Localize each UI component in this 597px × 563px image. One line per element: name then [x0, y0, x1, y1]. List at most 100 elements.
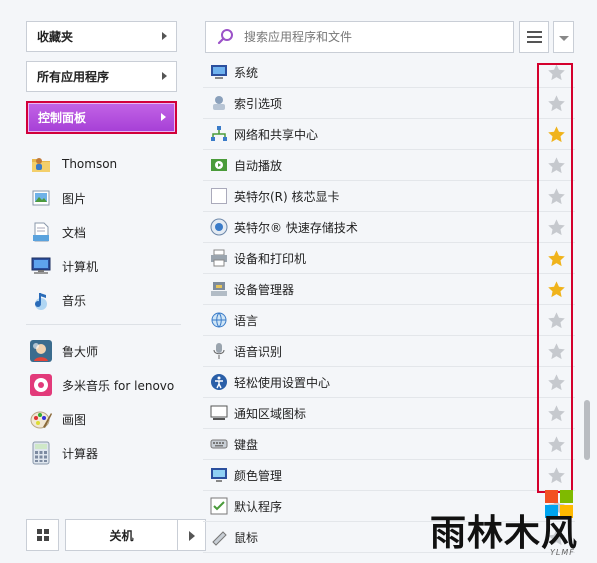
- favorites-button[interactable]: 收藏夹: [26, 21, 177, 52]
- shutdown-label: 关机: [109, 528, 134, 543]
- place-label: 音乐: [62, 293, 87, 308]
- device-manager-icon: [209, 279, 229, 299]
- user-folder-icon: [29, 152, 53, 176]
- control-panel-item[interactable]: 系统: [203, 57, 575, 88]
- place-documents[interactable]: 文档: [29, 217, 184, 247]
- control-panel-button[interactable]: 控制面板: [26, 101, 177, 134]
- app-calculator[interactable]: 计算器: [29, 438, 184, 468]
- app-label: 多米音乐 for lenovo: [62, 378, 175, 393]
- app-paint[interactable]: 画图: [29, 404, 184, 434]
- control-panel-item-label: 索引选项: [234, 96, 283, 111]
- favorites-label: 收藏夹: [37, 30, 74, 44]
- control-panel-item-label: 英特尔® 快速存储技术: [234, 220, 358, 235]
- network-sharing-icon: [209, 124, 229, 144]
- app-ludashi[interactable]: 鲁大师: [29, 336, 184, 366]
- control-panel-item[interactable]: 语言: [203, 305, 575, 336]
- intel-rapid-storage-icon: [209, 217, 229, 237]
- notification-area-icon: [209, 403, 229, 423]
- control-panel-item[interactable]: 语音识别: [203, 336, 575, 367]
- left-pane: 收藏夹 所有应用程序 控制面板 Thomson 图片 文档 计算机 音乐 鲁大师…: [0, 0, 206, 563]
- search-box[interactable]: [205, 21, 514, 53]
- place-label: 图片: [62, 191, 87, 206]
- watermark-subtext: YLMF: [550, 548, 575, 557]
- place-pictures[interactable]: 图片: [29, 183, 184, 213]
- place-music[interactable]: 音乐: [29, 285, 184, 315]
- list-view-button[interactable]: [519, 21, 549, 53]
- watermark: 雨林木风 YLMF: [430, 490, 597, 563]
- control-panel-item-label: 自动播放: [234, 158, 283, 173]
- control-panel-item-label: 英特尔(R) 核芯显卡: [234, 189, 340, 204]
- indexing-options-icon: [209, 93, 229, 113]
- app-label: 鲁大师: [62, 344, 99, 359]
- control-panel-item[interactable]: 网络和共享中心: [203, 119, 575, 150]
- computer-icon: [29, 254, 53, 278]
- paint-icon: [29, 407, 53, 431]
- music-icon: [29, 288, 53, 312]
- view-options-dropdown[interactable]: [553, 21, 574, 53]
- control-panel-item-label: 语音识别: [234, 344, 283, 359]
- place-label: 计算机: [62, 259, 99, 274]
- control-panel-item[interactable]: 颜色管理: [203, 460, 575, 491]
- control-panel-item-label: 鼠标: [234, 530, 259, 545]
- calculator-icon: [29, 441, 53, 465]
- duomi-music-icon: [29, 373, 53, 397]
- start-menu: 收藏夹 所有应用程序 控制面板 Thomson 图片 文档 计算机 音乐 鲁大师…: [0, 0, 597, 563]
- app-label: 画图: [62, 412, 87, 427]
- ludashi-icon: [29, 339, 53, 363]
- control-panel-item-label: 通知区域图标: [234, 406, 307, 421]
- control-panel-list: 系统索引选项网络和共享中心 自动播放英特尔(R) 核芯显卡英特尔® 快速存储技术设…: [203, 57, 583, 557]
- control-panel-item[interactable]: 设备和打印机: [203, 243, 575, 274]
- divider: [26, 324, 181, 325]
- autoplay-icon: [209, 155, 229, 175]
- grid-icon: [36, 529, 49, 541]
- app-label: 计算器: [62, 446, 99, 461]
- apps-grid-button[interactable]: [26, 519, 59, 551]
- control-panel-item-label: 颜色管理: [234, 468, 283, 483]
- ease-of-access-icon: [209, 372, 229, 392]
- control-panel-label: 控制面板: [38, 111, 87, 125]
- favorites-highlight-box: [537, 63, 573, 493]
- place-user-folder[interactable]: Thomson: [29, 149, 184, 179]
- control-panel-item[interactable]: 英特尔® 快速存储技术: [203, 212, 575, 243]
- scrollbar[interactable]: [582, 57, 592, 537]
- place-computer[interactable]: 计算机: [29, 251, 184, 281]
- place-label: Thomson: [62, 157, 118, 171]
- control-panel-item-label: 设备管理器: [234, 282, 295, 297]
- list-view-icon: [526, 31, 542, 43]
- documents-icon: [29, 220, 53, 244]
- control-panel-item[interactable]: 轻松使用设置中心: [203, 367, 575, 398]
- scrollbar-thumb[interactable]: [584, 400, 590, 460]
- power-bar: 关机: [26, 519, 206, 551]
- chevron-right-icon: [161, 113, 166, 121]
- control-panel-item[interactable]: 设备管理器: [203, 274, 575, 305]
- control-panel-item[interactable]: 自动播放: [203, 150, 575, 181]
- control-panel-item-label: 默认程序: [234, 499, 283, 514]
- all-programs-label: 所有应用程序: [37, 70, 110, 84]
- speech-recognition-icon: [209, 341, 229, 361]
- all-programs-button[interactable]: 所有应用程序: [26, 61, 177, 92]
- control-panel-item[interactable]: 索引选项: [203, 88, 575, 119]
- color-management-icon: [209, 465, 229, 485]
- search-icon: [216, 27, 236, 47]
- shutdown-button[interactable]: 关机: [65, 519, 178, 551]
- app-duomi-music[interactable]: 多米音乐 for lenovo: [29, 370, 184, 400]
- control-panel-item[interactable]: 英特尔(R) 核芯显卡: [203, 181, 575, 212]
- pictures-icon: [29, 186, 53, 210]
- control-panel-item[interactable]: 通知区域图标: [203, 398, 575, 429]
- control-panel-item-label: 网络和共享中心: [234, 127, 319, 142]
- place-label: 文档: [62, 225, 87, 240]
- shutdown-options-button[interactable]: [178, 519, 206, 551]
- devices-printers-icon: [209, 248, 229, 268]
- keyboard-icon: [209, 434, 229, 454]
- control-panel-item[interactable]: 键盘: [203, 429, 575, 460]
- intel-graphics-icon: [209, 186, 229, 206]
- mouse-icon: [209, 527, 229, 547]
- default-programs-icon: [209, 496, 229, 516]
- control-panel-item-label: 键盘: [234, 437, 259, 452]
- chevron-right-icon: [162, 72, 167, 80]
- control-panel-item-label: 语言: [234, 313, 259, 328]
- language-icon: [209, 310, 229, 330]
- control-panel-item-label: 设备和打印机: [234, 251, 307, 266]
- search-input[interactable]: [244, 30, 494, 44]
- control-panel-item-label: 系统: [234, 65, 259, 80]
